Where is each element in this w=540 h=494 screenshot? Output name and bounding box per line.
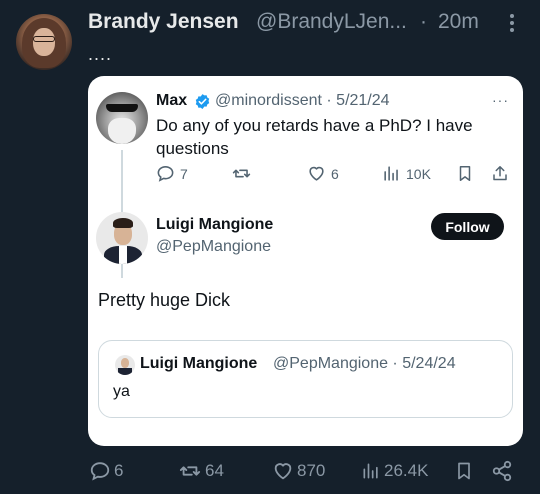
original-reply-count: 7 (180, 165, 188, 182)
original-post-text: Do any of you retards have a PhD? I have… (156, 116, 473, 158)
views-button[interactable]: 26.4K (361, 460, 428, 482)
repost-icon (178, 460, 202, 482)
original-author-avatar[interactable] (96, 92, 148, 144)
bookmark-icon (456, 164, 474, 183)
like-button[interactable]: 870 (272, 460, 325, 482)
post-text: .... (88, 44, 113, 64)
author-avatar[interactable] (16, 14, 72, 70)
header-separator: · (420, 10, 427, 33)
verified-badge-icon (194, 93, 211, 110)
reply-icon (89, 460, 111, 482)
follow-button[interactable]: Follow (431, 213, 504, 240)
card-more-options-icon[interactable]: ··· (492, 92, 509, 108)
repost-count: 64 (205, 461, 224, 480)
share-button[interactable] (491, 460, 513, 482)
reply-text: Pretty huge Dick (98, 290, 231, 310)
author-name[interactable]: Brandy Jensen (88, 10, 239, 34)
original-views-count: 10K (406, 165, 431, 182)
reply-author-avatar[interactable] (96, 212, 148, 264)
share-icon (491, 460, 513, 482)
inner-quote-card[interactable]: Luigi Mangione @PepMangione · 5/24/24 ya (98, 340, 513, 418)
inner-quote-author-name[interactable]: Luigi Mangione (140, 355, 257, 373)
like-count: 870 (297, 461, 326, 480)
share-icon (491, 164, 509, 183)
original-share-button[interactable] (491, 164, 509, 183)
reply-count: 6 (114, 461, 124, 480)
original-views-button[interactable]: 10K (382, 164, 431, 183)
analytics-icon (361, 460, 381, 482)
repost-icon (231, 164, 252, 183)
inner-quote-avatar[interactable] (115, 355, 135, 375)
author-handle[interactable]: @BrandyLJen... (256, 10, 407, 34)
original-like-button[interactable]: 6 (307, 164, 339, 183)
original-author-name[interactable]: Max (156, 92, 187, 110)
heart-icon (307, 164, 326, 183)
original-author-handle-time[interactable]: @minordissent · 5/21/24 (215, 92, 390, 110)
analytics-icon (382, 164, 401, 183)
bookmark-button[interactable] (454, 460, 474, 482)
bookmark-icon (454, 460, 474, 482)
heart-icon (272, 460, 294, 482)
reply-button[interactable]: 6 (89, 460, 123, 482)
views-count: 26.4K (384, 461, 429, 480)
more-options-icon[interactable] (502, 12, 522, 34)
original-like-count: 6 (331, 165, 339, 182)
reply-author-handle[interactable]: @PepMangione (156, 238, 271, 256)
original-repost-button[interactable] (231, 164, 257, 183)
reply-author-name[interactable]: Luigi Mangione (156, 216, 273, 234)
quoted-thread-card[interactable]: Max @minordissent · 5/21/24 ··· Do any o… (88, 76, 523, 446)
original-bookmark-button[interactable] (456, 164, 474, 183)
inner-quote-handle-time[interactable]: @PepMangione · 5/24/24 (273, 355, 456, 373)
post-time[interactable]: 20m (438, 10, 479, 34)
inner-quote-text: ya (113, 383, 130, 400)
repost-button[interactable]: 64 (178, 460, 224, 482)
original-reply-button[interactable]: 7 (156, 164, 188, 183)
reply-icon (156, 164, 175, 183)
